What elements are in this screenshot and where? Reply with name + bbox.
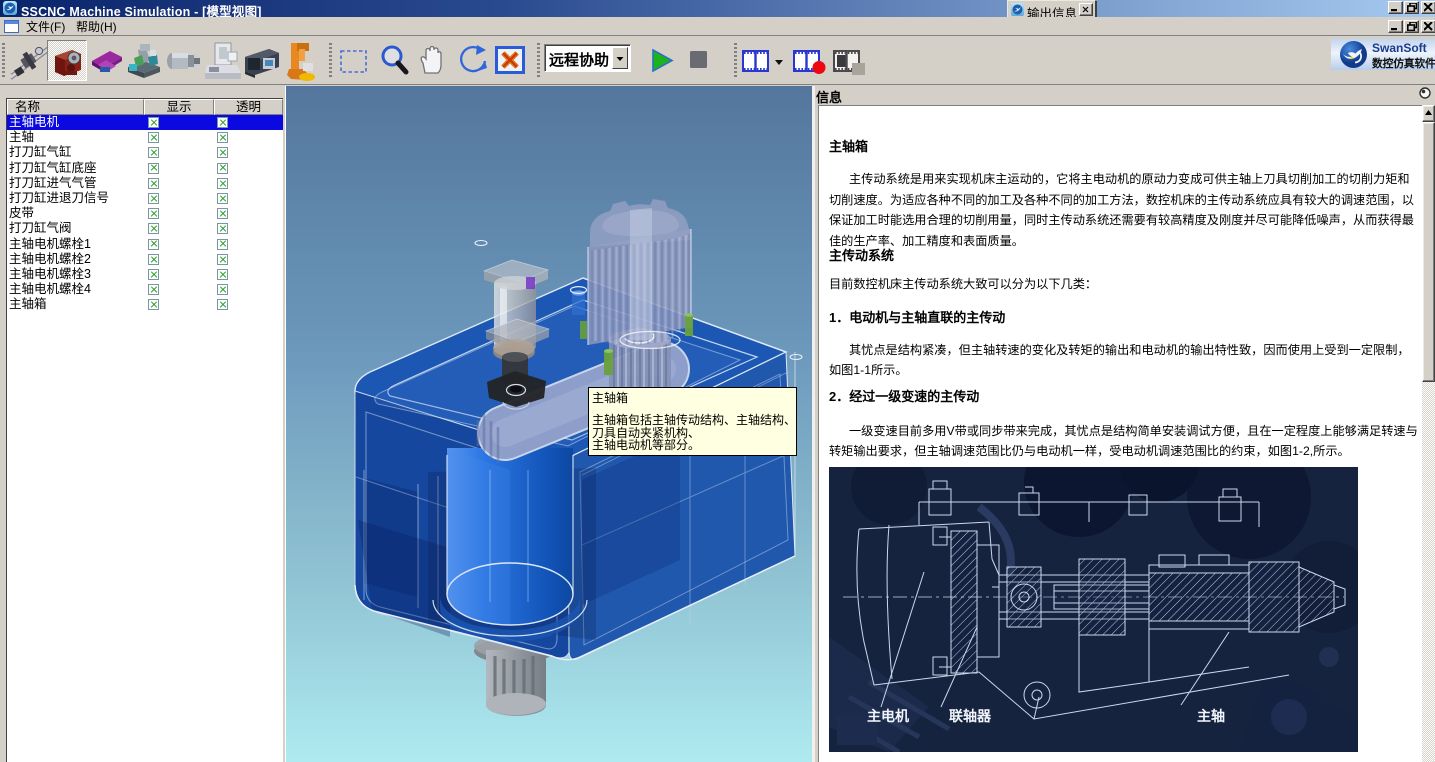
svg-text:联轴器: 联轴器 <box>949 706 992 726</box>
svg-text:主电机: 主电机 <box>867 706 909 726</box>
svg-text:主轴: 主轴 <box>1197 706 1225 726</box>
